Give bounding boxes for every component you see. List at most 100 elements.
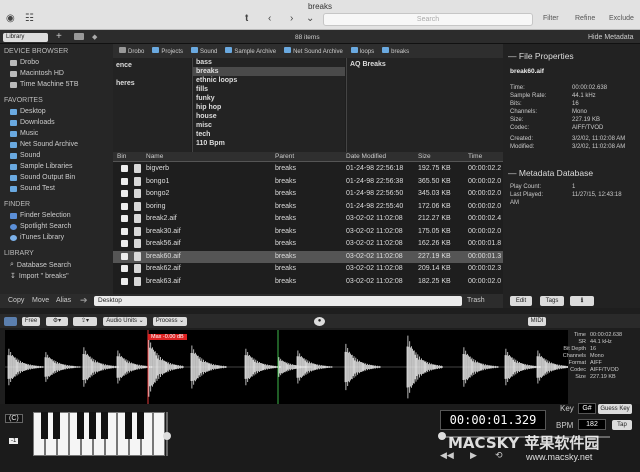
column-header-parent[interactable]: Parent (275, 153, 294, 160)
sidebar-item-sound-output-bin[interactable]: Sound Output Bin (10, 174, 75, 181)
move-button[interactable]: Move (32, 297, 49, 304)
sidebar-item-music[interactable]: Music (10, 130, 38, 137)
column-item[interactable]: fills (193, 85, 345, 94)
free-button[interactable]: Free (22, 317, 40, 326)
audio-units-menu[interactable]: Audio Units ⌄ (103, 317, 147, 326)
sidebar-item-spotlight-search[interactable]: Spotlight Search (10, 223, 71, 230)
position-slider-thumb[interactable] (438, 432, 446, 440)
bin-checkbox[interactable] (121, 227, 128, 235)
waveform-view[interactable]: Max -0.00 dB (5, 330, 573, 404)
column-item[interactable]: tech (193, 130, 345, 139)
breadcrumb-item[interactable]: Projects (152, 47, 183, 55)
alias-button[interactable]: Alias (56, 297, 71, 304)
column-item[interactable]: bass (193, 58, 345, 67)
gear-icon[interactable]: ⚙▾ (46, 317, 68, 326)
trash-button[interactable]: Trash (467, 297, 485, 304)
tags-button[interactable]: Tags (540, 296, 564, 306)
file-row[interactable]: break56.aif breaks 03-02-02 11:02:08 162… (113, 238, 503, 251)
snap-icon[interactable] (4, 317, 17, 326)
breadcrumb-item[interactable]: Sample Archive (225, 47, 276, 55)
breadcrumb-item[interactable]: loops (350, 47, 374, 55)
bin-checkbox[interactable] (121, 190, 128, 197)
piano-key-black[interactable] (53, 412, 60, 439)
sidebar-item-desktop[interactable]: Desktop (10, 108, 46, 115)
column-item[interactable]: house (193, 112, 345, 121)
bpm-value[interactable]: 182 (578, 419, 606, 430)
column-item[interactable]: misc (193, 121, 345, 130)
sidebar-item-finder-selection[interactable]: Finder Selection (10, 212, 71, 219)
hide-metadata-button[interactable]: Hide Metadata (588, 34, 634, 41)
file-row-selected[interactable]: break60.aif breaks 03-02-02 11:02:08 227… (113, 250, 503, 263)
bin-checkbox[interactable] (121, 240, 128, 247)
search-input[interactable]: Search (323, 13, 533, 26)
eye-icon[interactable]: ◉ (6, 13, 15, 24)
tag-icon[interactable]: ◆ (92, 33, 97, 41)
velocity-slider-thumb[interactable] (163, 432, 171, 440)
sidebar-item-itunes-library[interactable]: iTunes Library (10, 234, 64, 241)
tap-button[interactable]: Tap (612, 420, 632, 430)
piano-key-black[interactable] (89, 412, 96, 439)
file-row[interactable]: bongo2 breaks 01-24-98 22:56:50 345.03 K… (113, 188, 503, 201)
back-icon[interactable]: ‹ (268, 13, 271, 24)
piano-key-black[interactable] (137, 412, 144, 439)
forward-icon[interactable]: › (290, 13, 293, 24)
column-item[interactable]: hip hop (193, 103, 345, 112)
filter-button[interactable]: Filter (543, 15, 559, 22)
bin-checkbox[interactable] (121, 265, 128, 272)
breadcrumb-item[interactable]: Sound (191, 47, 217, 55)
exclude-button[interactable]: Exclude (609, 15, 634, 22)
folder-icon[interactable] (74, 33, 84, 40)
column-item[interactable]: AQ Breaks (347, 60, 503, 69)
piano-key-black[interactable] (125, 412, 132, 439)
piano-key-black[interactable] (41, 412, 48, 439)
sidebar-item-sound[interactable]: Sound (10, 152, 40, 159)
column-header-size[interactable]: Size (418, 153, 431, 160)
chevron-down-icon[interactable]: ⌄ (306, 13, 314, 24)
file-row[interactable]: bongo1 breaks 01-24-98 22:56:38 365.50 K… (113, 176, 503, 189)
list-toggle-icon[interactable]: ☷ (25, 13, 34, 24)
sidebar-item-drobo[interactable]: Drobo (10, 59, 39, 66)
info-button[interactable]: ℹ (570, 296, 594, 306)
process-menu[interactable]: Process ⌄ (153, 317, 187, 326)
library-select[interactable]: Library (3, 33, 48, 42)
bin-checkbox[interactable] (121, 177, 128, 185)
sidebar-item-net-sound-archive[interactable]: Net Sound Archive (10, 141, 78, 148)
column-header-bin[interactable]: Bin (117, 153, 126, 160)
bin-checkbox[interactable] (121, 277, 128, 285)
destination-select[interactable]: Desktop (94, 296, 462, 306)
record-icon[interactable]: ● (314, 317, 325, 326)
breadcrumb-item[interactable]: Net Sound Archive (284, 47, 343, 55)
sidebar-item-macintosh-hd[interactable]: Macintosh HD (10, 70, 64, 77)
copy-button[interactable]: Copy (8, 297, 24, 304)
file-row[interactable]: break30.aif breaks 03-02-02 11:02:08 175… (113, 226, 503, 239)
file-row[interactable]: break2.aif breaks 03-02-02 11:02:08 212.… (113, 213, 503, 226)
share-icon[interactable]: ⇪▾ (73, 317, 97, 326)
add-icon[interactable]: + (56, 31, 62, 42)
sidebar-item-database-search[interactable]: ⌕ Database Search (10, 261, 71, 269)
breadcrumb-item[interactable]: Drobo (119, 47, 144, 55)
octave-down-label[interactable]: -1 (9, 438, 19, 444)
column-item[interactable]: ethnic loops (193, 76, 345, 85)
column-header-date[interactable]: Date Modified (346, 153, 386, 160)
column-header-name[interactable]: Name (146, 153, 163, 160)
file-row[interactable]: break63.aif breaks 03-02-02 11:02:08 182… (113, 276, 503, 289)
sidebar-item-sound-test[interactable]: Sound Test (10, 185, 55, 192)
breadcrumb-item[interactable]: breaks (382, 47, 409, 55)
bin-checkbox[interactable] (121, 165, 128, 172)
file-row[interactable]: boring breaks 01-24-98 22:55:40 172.06 K… (113, 201, 503, 214)
bin-checkbox[interactable] (121, 202, 128, 210)
guess-key-button[interactable]: Guess Key (598, 404, 632, 414)
bin-checkbox[interactable] (121, 252, 128, 260)
midi-button[interactable]: MIDI (528, 317, 546, 326)
column-item[interactable]: heres (113, 79, 191, 88)
piano-key-black[interactable] (77, 412, 84, 439)
edit-button[interactable]: Edit (510, 296, 532, 306)
sidebar-item-time-machine[interactable]: Time Machine 5TB (10, 81, 78, 88)
refine-button[interactable]: Refine (575, 15, 595, 22)
bin-checkbox[interactable] (121, 215, 128, 222)
pin-icon[interactable]: 𝐭 (245, 13, 248, 24)
column-item[interactable]: ence (113, 61, 191, 70)
piano-keyboard[interactable] (33, 412, 165, 456)
column-item[interactable]: 110 Bpm (193, 139, 345, 148)
column-header-time[interactable]: Time (468, 153, 482, 160)
